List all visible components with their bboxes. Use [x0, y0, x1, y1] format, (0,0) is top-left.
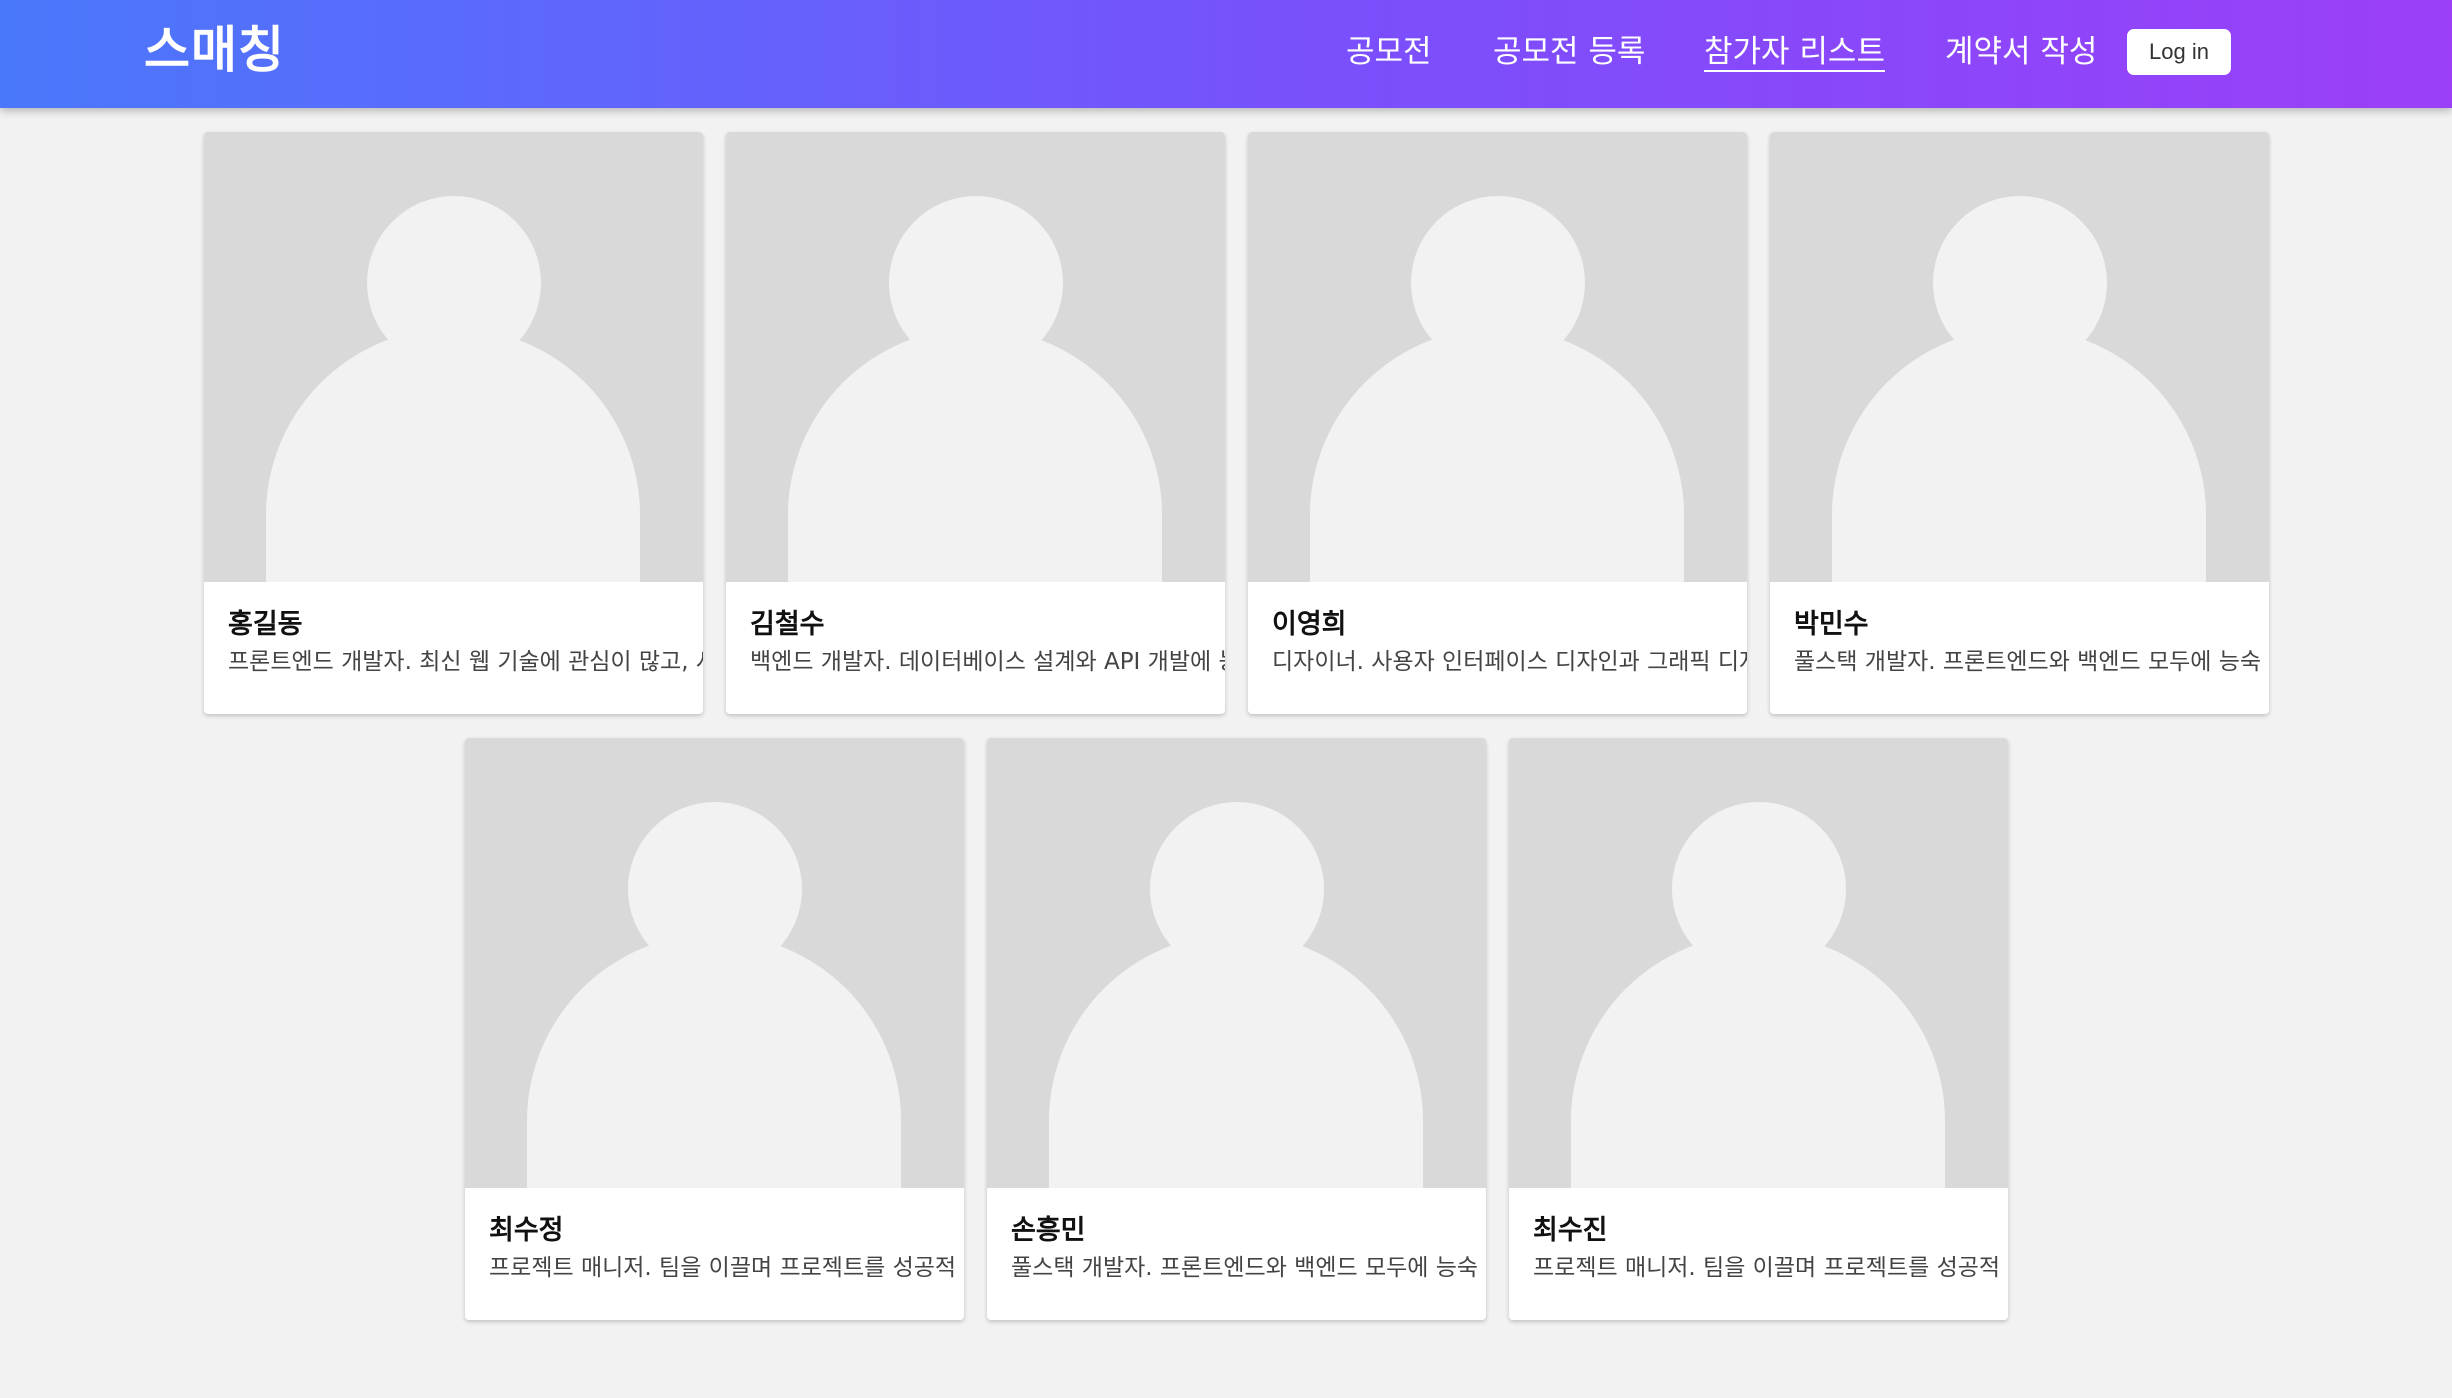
participant-description: 백엔드 개발자. 데이터베이스 설계와 API 개발에 능	[750, 649, 1225, 675]
participant-card[interactable]: 최수진 프로젝트 매니저. 팀을 이끌며 프로젝트를 성공적	[1509, 738, 2008, 1320]
participant-card[interactable]: 박민수 풀스택 개발자. 프론트엔드와 백엔드 모두에 능숙	[1770, 132, 2269, 714]
participant-card[interactable]: 홍길동 프론트엔드 개발자. 최신 웹 기술에 관심이 많고, 사	[204, 132, 703, 714]
participant-description: 프로젝트 매니저. 팀을 이끌며 프로젝트를 성공적	[489, 1255, 957, 1281]
person-placeholder-icon	[1509, 738, 2008, 1188]
top-navbar: 스매칭 공모전 공모전 등록 참가자 리스트 계약서 작성 Log in	[0, 0, 2452, 108]
participant-description: 디자이너. 사용자 인터페이스 디자인과 그래픽 디자	[1272, 649, 1747, 675]
person-placeholder-icon	[726, 132, 1225, 582]
participant-description: 풀스택 개발자. 프론트엔드와 백엔드 모두에 능숙	[1011, 1255, 1479, 1281]
person-placeholder-icon	[204, 132, 703, 582]
login-button[interactable]: Log in	[2127, 29, 2231, 75]
person-placeholder-icon	[465, 738, 964, 1188]
participant-name: 김철수	[750, 609, 825, 640]
participant-name: 손흥민	[1011, 1215, 1086, 1246]
nav-write-contract[interactable]: 계약서 작성	[1945, 30, 2097, 74]
site-logo[interactable]: 스매칭	[144, 18, 285, 82]
person-placeholder-icon	[1770, 132, 2269, 582]
nav-contests[interactable]: 공모전	[1346, 30, 1432, 74]
participant-card[interactable]: 손흥민 풀스택 개발자. 프론트엔드와 백엔드 모두에 능숙	[987, 738, 1486, 1320]
person-placeholder-icon	[1248, 132, 1747, 582]
participant-card[interactable]: 최수정 프로젝트 매니저. 팀을 이끌며 프로젝트를 성공적	[465, 738, 964, 1320]
participant-description: 프론트엔드 개발자. 최신 웹 기술에 관심이 많고, 사	[228, 649, 703, 675]
nav-participant-list[interactable]: 참가자 리스트	[1704, 30, 1885, 74]
participant-name: 홍길동	[228, 609, 303, 640]
participant-name: 최수정	[489, 1215, 564, 1246]
nav-register-contest[interactable]: 공모전 등록	[1493, 30, 1645, 74]
participant-name: 최수진	[1533, 1215, 1608, 1246]
participant-card[interactable]: 김철수 백엔드 개발자. 데이터베이스 설계와 API 개발에 능	[726, 132, 1225, 714]
participant-name: 박민수	[1794, 609, 1869, 640]
participant-description: 프로젝트 매니저. 팀을 이끌며 프로젝트를 성공적	[1533, 1255, 2001, 1281]
participant-name: 이영희	[1272, 609, 1347, 640]
person-placeholder-icon	[987, 738, 1486, 1188]
participant-card[interactable]: 이영희 디자이너. 사용자 인터페이스 디자인과 그래픽 디자	[1248, 132, 1747, 714]
participant-description: 풀스택 개발자. 프론트엔드와 백엔드 모두에 능숙	[1794, 649, 2262, 675]
